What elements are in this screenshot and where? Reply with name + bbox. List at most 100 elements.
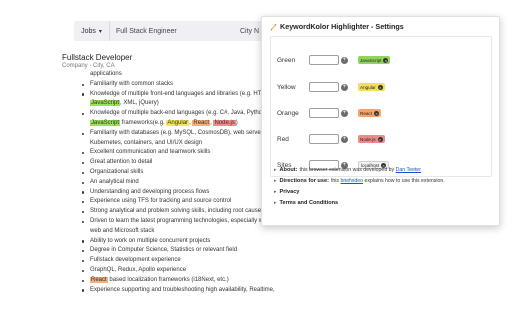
privacy-section[interactable]: ▸ Privacy xyxy=(274,189,301,195)
orange-keyword-row: Orange + React × xyxy=(277,106,487,120)
popup-header: KeywordKolor Highlighter - Settings xyxy=(262,17,499,36)
orange-keyword-input[interactable] xyxy=(309,108,339,118)
list-item-text: frameworks(e.g. xyxy=(120,119,167,126)
red-keyword-input[interactable] xyxy=(309,134,339,144)
keyword-chip-react: React × xyxy=(358,109,382,117)
list-item: Driven to learn the latest programming t… xyxy=(80,217,284,227)
directions-label: Directions for use: xyxy=(279,178,329,184)
highlighted-keyword: Node.js xyxy=(213,119,236,126)
orange-label: Orange xyxy=(277,109,299,117)
chip-label: JavaScript xyxy=(360,57,382,63)
chevron-down-icon: ▾ xyxy=(98,28,102,35)
settings-panel: Green + JavaScript × Yellow + Angular × … xyxy=(270,36,492,177)
list-item-text: Experience supporting and troubleshootin… xyxy=(90,286,275,293)
keyword-chip-nodejs: Node.js × xyxy=(358,135,385,143)
list-item: An analytical mind xyxy=(80,178,284,188)
list-item-text: Fullstack development experience xyxy=(90,257,181,264)
remove-chip-icon[interactable]: × xyxy=(377,136,383,142)
list-item: Experience using TFS for tracking and so… xyxy=(80,197,284,207)
author-link[interactable]: Dan Teeter xyxy=(396,167,421,173)
list-item: React based localization frameworks (i18… xyxy=(80,276,284,286)
list-item: Degree in Computer Science, Statistics o… xyxy=(80,246,284,256)
list-item: JavaScript frameworks(e.g. Angular, Reac… xyxy=(80,119,284,129)
list-item-text: Ability to work on multiple concurrent p… xyxy=(90,237,211,244)
list-item-text: Familiarity with common stacks xyxy=(90,80,174,87)
disclosure-triangle-icon: ▸ xyxy=(274,200,277,206)
list-item: web and Microsoft stack xyxy=(80,227,284,237)
list-item-text: Great attention to detail xyxy=(90,159,153,166)
list-item: Excellent communication and teamwork ski… xyxy=(80,148,284,158)
list-item-text: GraphQL, Redux, Apollo experience xyxy=(90,266,187,273)
list-item-text: Strong analytical and problem solving sk… xyxy=(90,208,262,215)
list-item-text: Understanding and developing process flo… xyxy=(90,188,210,195)
search-type-label: Jobs xyxy=(81,27,96,35)
search-input[interactable]: Full Stack Engineer xyxy=(110,28,177,35)
list-item-text: Experience using TFS for tracking and so… xyxy=(90,198,232,205)
green-keyword-input[interactable] xyxy=(309,55,339,65)
orange-add-button[interactable]: + xyxy=(341,109,348,117)
terms-label: Terms and Conditions xyxy=(279,200,339,206)
list-item-text: web and Microsoft stack xyxy=(90,227,155,234)
list-item: applications xyxy=(80,70,284,80)
list-item: Organizational skills xyxy=(80,168,284,178)
yellow-add-button[interactable]: + xyxy=(341,83,348,91)
disclosure-triangle-icon: ▸ xyxy=(274,178,277,184)
remove-chip-icon[interactable]: × xyxy=(383,57,389,63)
red-add-button[interactable]: + xyxy=(341,135,348,143)
directions-text-before: this xyxy=(330,178,340,184)
green-add-button[interactable]: + xyxy=(341,56,348,64)
list-item: Experience supporting and troubleshootin… xyxy=(80,286,284,296)
remove-chip-icon[interactable]: × xyxy=(377,84,383,90)
yellow-keyword-row: Yellow + Angular × xyxy=(277,80,487,94)
list-item-text: Knowledge of multiple back-end languages… xyxy=(90,110,263,117)
remove-chip-icon[interactable]: × xyxy=(374,110,380,116)
list-item: Fullstack development experience xyxy=(80,256,284,266)
list-item: Great attention to detail xyxy=(80,158,284,168)
disclosure-triangle-icon: ▸ xyxy=(274,189,277,195)
list-item-text: applications xyxy=(90,71,122,77)
list-item: Familiarity with databases (e.g. MySQL, … xyxy=(80,129,284,139)
privacy-label: Privacy xyxy=(279,189,300,195)
list-item: Ability to work on multiple concurrent p… xyxy=(80,237,284,247)
red-label: Red xyxy=(277,135,289,143)
about-label: About: xyxy=(279,167,298,173)
directions-section[interactable]: ▸ Directions for use: this briefvideo ex… xyxy=(274,178,445,184)
highlighted-keyword: JavaScript xyxy=(90,119,121,126)
job-meta: Company · City, CA xyxy=(62,63,115,69)
about-text: this browser extension was developed by xyxy=(299,167,395,173)
job-title: Fullstack Developer xyxy=(62,53,133,62)
chip-label: React xyxy=(360,110,373,116)
keyword-chip-javascript: JavaScript × xyxy=(358,56,391,64)
list-item: Familiarity with common stacks xyxy=(80,80,284,90)
pencil-icon xyxy=(270,23,277,31)
list-item: GraphQL, Redux, Apollo experience xyxy=(80,266,284,276)
terms-section[interactable]: ▸ Terms and Conditions xyxy=(274,200,340,206)
popup-title: KeywordKolor Highlighter - Settings xyxy=(280,22,404,31)
chip-label: Angular xyxy=(360,84,376,90)
job-description-list: applications Familiarity with common stac… xyxy=(80,70,284,295)
list-item-text: Excellent communication and teamwork ski… xyxy=(90,149,211,156)
list-item-text: Knowledge of multiple front-end language… xyxy=(90,90,270,97)
list-item-text: Familiarity with databases (e.g. MySQL, … xyxy=(90,129,261,136)
highlighted-keyword: JavaScript xyxy=(90,100,121,107)
list-item-text: Degree in Computer Science, Statistics o… xyxy=(90,247,238,254)
yellow-keyword-input[interactable] xyxy=(309,82,339,92)
disclosure-triangle-icon: ▸ xyxy=(274,167,277,173)
yellow-label: Yellow xyxy=(277,83,296,91)
extension-popup: KeywordKolor Highlighter - Settings Gree… xyxy=(261,16,500,226)
list-item: Strong analytical and problem solving sk… xyxy=(80,207,284,217)
search-type-select[interactable]: Jobs ▾ xyxy=(74,21,110,41)
about-section[interactable]: ▸ About: this browser extension was deve… xyxy=(274,167,422,173)
brief-video-link[interactable]: briefvideo xyxy=(341,178,364,184)
highlighted-keyword: React xyxy=(90,276,108,283)
list-item-text: ) xyxy=(235,119,238,126)
list-item: Understanding and developing process flo… xyxy=(80,188,284,198)
red-keyword-row: Red + Node.js × xyxy=(277,132,487,146)
list-item-text: , XML, jQuery) xyxy=(120,100,159,107)
list-item: Knowledge of multiple back-end languages… xyxy=(80,109,284,119)
directions-text-after: explains how to use this extension. xyxy=(364,178,445,184)
highlighted-keyword: Angular xyxy=(166,119,190,126)
chip-label: Node.js xyxy=(360,136,376,142)
list-item: Knowledge of multiple front-end language… xyxy=(80,90,284,100)
highlighted-keyword: React xyxy=(192,119,211,126)
